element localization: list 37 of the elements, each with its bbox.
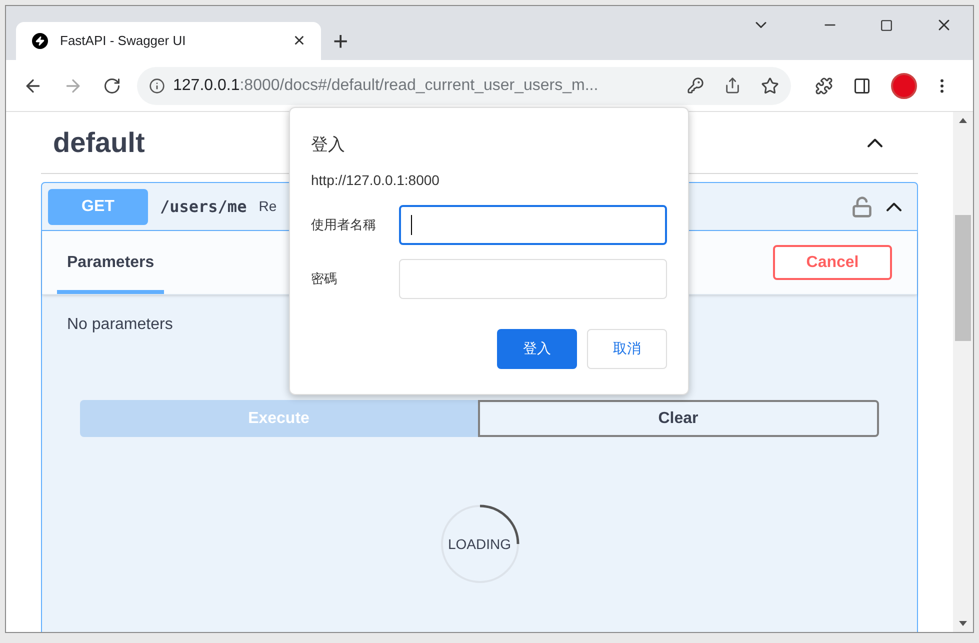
loading-text: LOADING xyxy=(448,534,511,554)
method-badge: GET xyxy=(48,188,148,224)
maximize-icon[interactable] xyxy=(880,18,893,32)
unlock-icon[interactable] xyxy=(851,196,873,218)
profile-avatar[interactable] xyxy=(891,72,917,98)
tab-close[interactable]: × xyxy=(293,31,305,51)
field-label: 密碼 xyxy=(311,270,338,288)
info-icon xyxy=(149,78,165,94)
field-label: 使用者名稱 xyxy=(311,216,377,234)
fastapi-logo-icon xyxy=(32,33,48,49)
browser-tab[interactable]: FastAPI - Swagger UI × xyxy=(16,22,321,60)
url-text: 127.0.0.1:8000/docs#/default/read_current_user_users_m... xyxy=(173,76,598,96)
endpoint-path: /users/me xyxy=(160,196,247,218)
dialog-title: 登入 xyxy=(311,134,346,156)
new-tab-button[interactable]: + xyxy=(333,28,348,54)
endpoint-summary: Re xyxy=(258,197,277,216)
address-bar[interactable]: 127.0.0.1:8000/docs#/default/read_current_user_users_m... xyxy=(137,66,791,104)
scrollbar-thumb[interactable] xyxy=(955,215,971,341)
scroll-down-icon[interactable] xyxy=(959,621,967,626)
login-button[interactable]: 登入 xyxy=(497,328,577,368)
side-panel-icon[interactable] xyxy=(853,76,871,94)
tab-title: FastAPI - Swagger UI xyxy=(60,32,187,50)
execute-button: Execute xyxy=(80,400,478,437)
input-field[interactable] xyxy=(399,204,667,244)
extensions-icon[interactable] xyxy=(815,76,833,94)
cancel-button[interactable]: 取消 xyxy=(587,328,667,368)
clear-button[interactable]: Clear xyxy=(478,400,879,437)
parameters-tab[interactable]: Parameters xyxy=(57,231,164,294)
loading-spinner-icon xyxy=(440,504,520,584)
dialog-origin: http://127.0.0.1:8000 xyxy=(311,170,440,190)
key-icon[interactable] xyxy=(687,77,704,94)
reload-icon[interactable] xyxy=(103,76,121,94)
share-icon[interactable] xyxy=(724,77,741,94)
scroll-up-icon[interactable] xyxy=(959,118,967,123)
no-parameters-text: No parameters xyxy=(67,316,173,333)
section-title: default xyxy=(53,126,145,160)
star-icon[interactable] xyxy=(761,76,779,94)
